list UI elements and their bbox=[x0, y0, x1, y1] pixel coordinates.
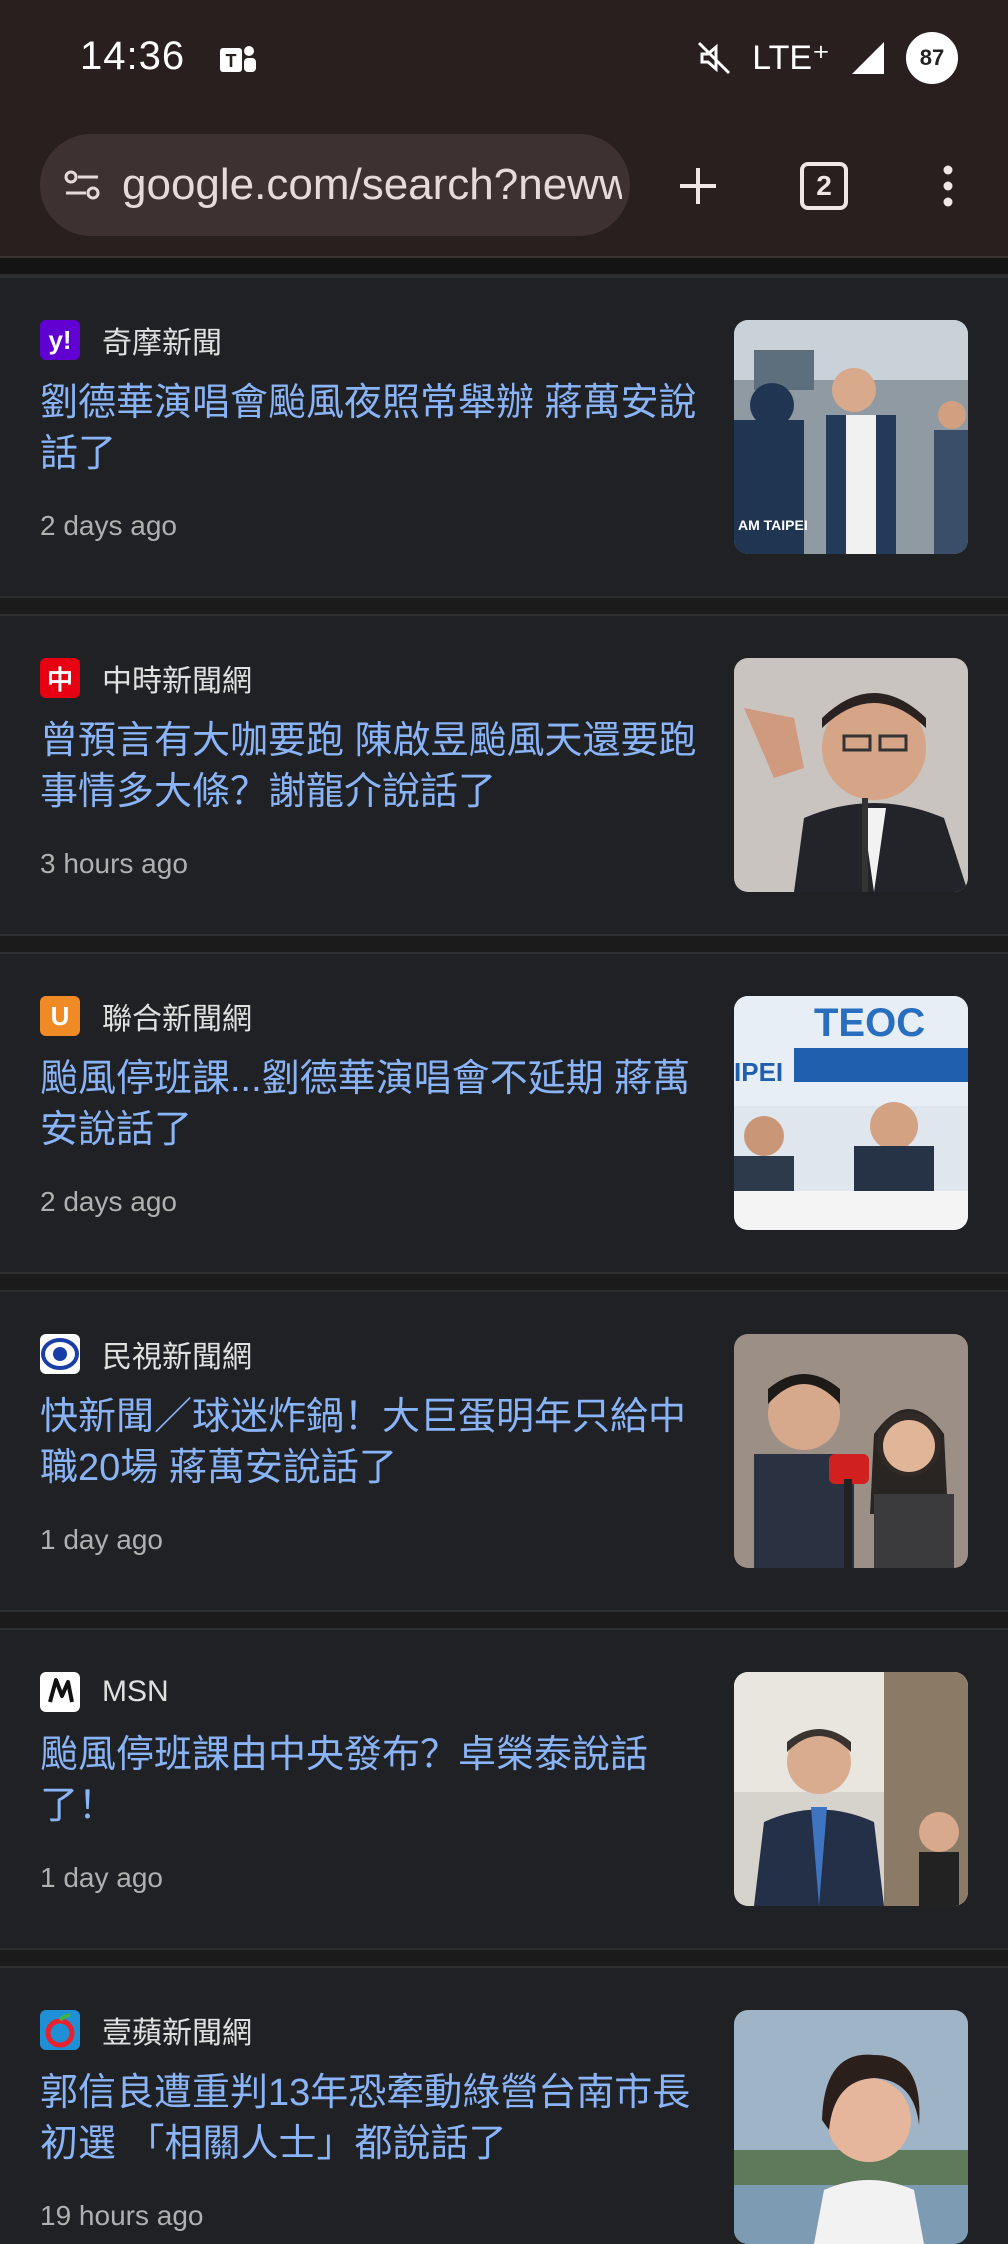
source-name: 壹蘋新聞網 bbox=[102, 2017, 252, 2050]
svg-text:IPEI: IPEI bbox=[734, 1057, 783, 1087]
news-thumbnail[interactable] bbox=[734, 2010, 968, 2244]
battery-icon: 87 bbox=[906, 32, 958, 84]
news-card[interactable]: y! 奇摩新聞 劉德華演唱會颱風夜照常舉辦 蔣萬安說話了 2 days ago … bbox=[0, 276, 1008, 598]
news-time: 1 day ago bbox=[40, 1524, 163, 1555]
news-time: 2 days ago bbox=[40, 510, 177, 541]
browser-toolbar: google.com/search?newwindow=1&sca 2 bbox=[0, 120, 1008, 258]
teams-icon: T bbox=[220, 46, 256, 72]
yahoo-favicon-icon: y! bbox=[40, 320, 80, 360]
news-thumbnail[interactable] bbox=[734, 658, 968, 892]
news-card[interactable]: 民視新聞網 快新聞／球迷炸鍋！大巨蛋明年只給中職20場 蔣萬安說話了 1 day… bbox=[0, 1290, 1008, 1612]
news-headline[interactable]: 劉德華演唱會颱風夜照常舉辦 蔣萬安說話了 bbox=[40, 378, 700, 480]
site-settings-icon[interactable] bbox=[60, 163, 104, 207]
news-thumbnail[interactable] bbox=[734, 1334, 968, 1568]
news-headline[interactable]: 快新聞／球迷炸鍋！大巨蛋明年只給中職20場 蔣萬安說話了 bbox=[40, 1392, 700, 1494]
news-thumbnail[interactable] bbox=[734, 1672, 968, 1906]
news-headline[interactable]: 郭信良遭重判13年恐牽動綠營台南市長初選 「相關人士」都說話了 bbox=[40, 2068, 700, 2170]
news-source: 民視新聞網 bbox=[40, 1334, 252, 1374]
udn-favicon-icon: U bbox=[40, 996, 80, 1036]
svg-text:AM TAIPEI: AM TAIPEI bbox=[738, 517, 808, 533]
tab-switcher-button[interactable]: 2 bbox=[792, 154, 856, 218]
svg-text:T: T bbox=[226, 51, 237, 71]
news-time: 3 hours ago bbox=[40, 848, 188, 879]
news-card[interactable]: 壹蘋新聞網 郭信良遭重判13年恐牽動綠營台南市長初選 「相關人士」都說話了 19… bbox=[0, 1966, 1008, 2244]
nextapple-favicon-icon bbox=[40, 2010, 80, 2050]
url-text[interactable]: google.com/search?newwindow=1&sca bbox=[122, 160, 622, 210]
source-name: 奇摩新聞 bbox=[102, 327, 222, 360]
news-results: y! 奇摩新聞 劉德華演唱會颱風夜照常舉辦 蔣萬安說話了 2 days ago … bbox=[0, 258, 1008, 2244]
news-time: 19 hours ago bbox=[40, 2200, 204, 2231]
plus-icon bbox=[680, 168, 716, 204]
news-thumbnail[interactable]: AM TAIPEI bbox=[734, 320, 968, 554]
news-card[interactable]: 中 中時新聞網 曾預言有大咖要跑 陳啟昱颱風天還要跑事情多大條？謝龍介說話了 3… bbox=[0, 614, 1008, 936]
msn-favicon-icon bbox=[40, 1672, 80, 1712]
news-time: 2 days ago bbox=[40, 1186, 177, 1217]
news-source: 壹蘋新聞網 bbox=[40, 2010, 252, 2050]
ftv-favicon-icon bbox=[40, 1334, 80, 1374]
news-time: 1 day ago bbox=[40, 1862, 163, 1893]
more-vert-icon bbox=[943, 165, 953, 207]
news-source: U 聯合新聞網 bbox=[40, 996, 252, 1036]
network-type: LTE⁺ bbox=[752, 39, 830, 77]
svg-text:TEOC: TEOC bbox=[814, 1001, 925, 1045]
source-name: 聯合新聞網 bbox=[102, 1003, 252, 1036]
status-icons: LTE⁺ 87 bbox=[694, 30, 958, 86]
status-time: 14:36 bbox=[80, 34, 186, 78]
tab-count: 2 bbox=[800, 162, 848, 210]
signal-icon bbox=[852, 42, 884, 74]
new-tab-button[interactable] bbox=[666, 154, 730, 218]
menu-button[interactable] bbox=[916, 154, 980, 218]
address-bar[interactable]: google.com/search?newwindow=1&sca bbox=[40, 134, 630, 236]
source-name: MSN bbox=[102, 1675, 169, 1708]
news-source: 中 中時新聞網 bbox=[40, 658, 252, 698]
chinatimes-favicon-icon: 中 bbox=[40, 658, 80, 698]
news-headline[interactable]: 颱風停班課由中央發布？卓榮泰說話了！ bbox=[40, 1730, 700, 1832]
news-card[interactable]: MSN 颱風停班課由中央發布？卓榮泰說話了！ 1 day ago bbox=[0, 1628, 1008, 1950]
status-bar: 14:36 T LTE⁺ 87 bbox=[0, 0, 1008, 120]
news-source: MSN bbox=[40, 1672, 169, 1712]
news-thumbnail[interactable]: TEOC IPEI bbox=[734, 996, 968, 1230]
news-source: y! 奇摩新聞 bbox=[40, 320, 222, 360]
source-name: 中時新聞網 bbox=[102, 665, 252, 698]
news-headline[interactable]: 曾預言有大咖要跑 陳啟昱颱風天還要跑事情多大條？謝龍介說話了 bbox=[40, 716, 700, 818]
source-name: 民視新聞網 bbox=[102, 1341, 252, 1374]
mute-icon bbox=[698, 41, 731, 75]
news-card[interactable]: U 聯合新聞網 颱風停班課...劉德華演唱會不延期 蔣萬安說話了 2 days … bbox=[0, 952, 1008, 1274]
news-headline[interactable]: 颱風停班課...劉德華演唱會不延期 蔣萬安說話了 bbox=[40, 1054, 700, 1156]
